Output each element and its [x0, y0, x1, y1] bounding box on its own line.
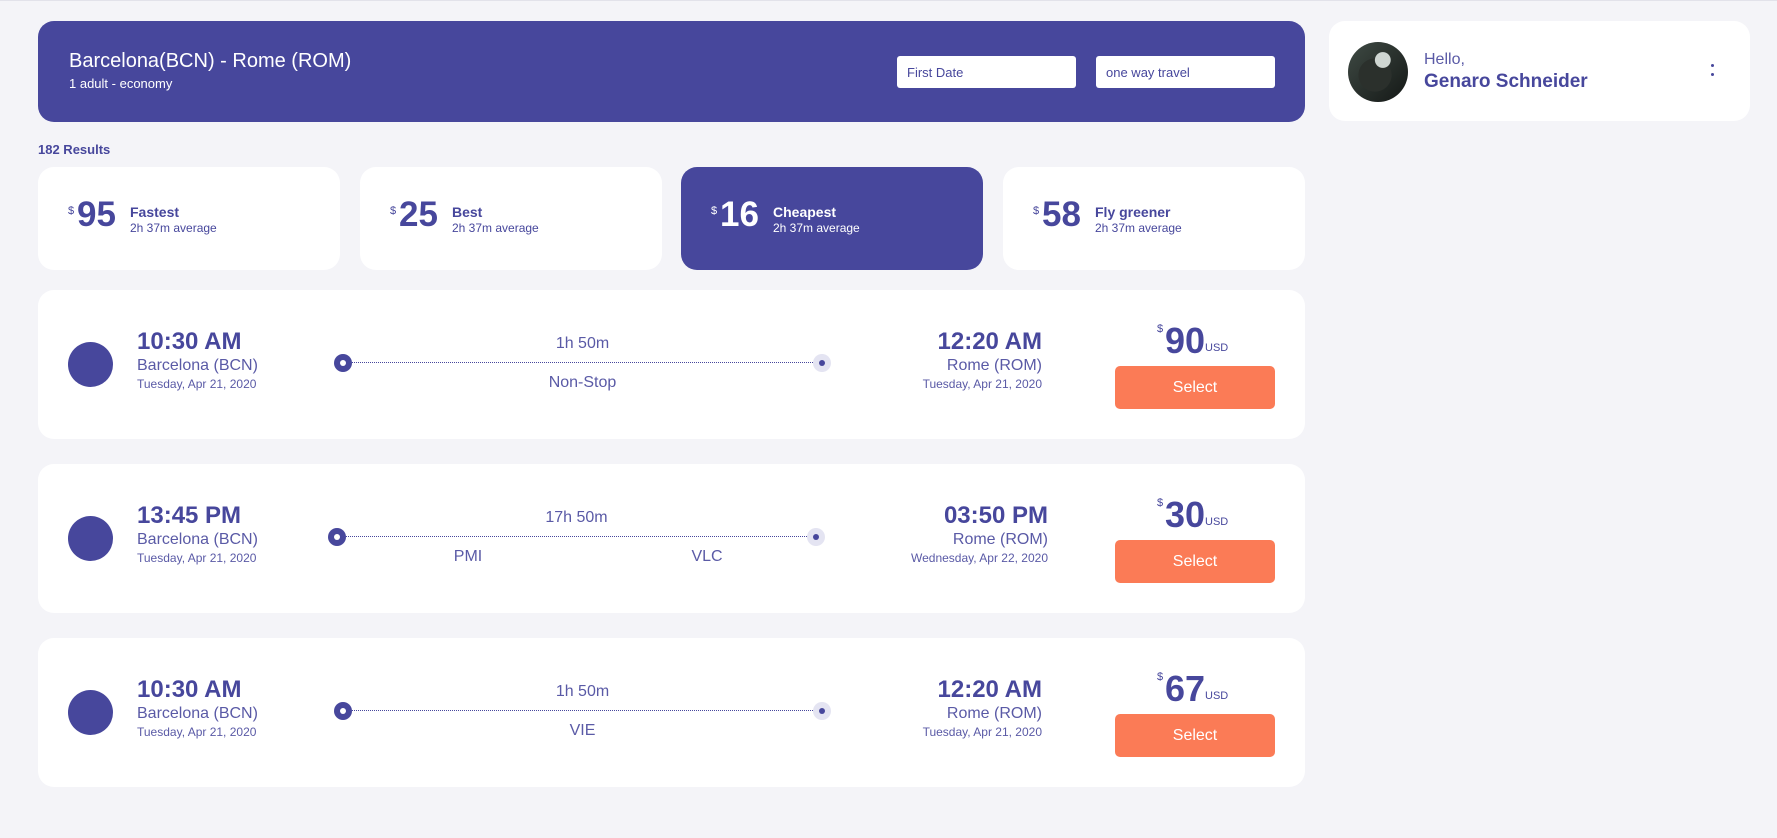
- arrival-time: 12:20 AM: [937, 328, 1042, 355]
- currency-symbol: $: [1033, 205, 1040, 217]
- sort-price: 16: [720, 195, 759, 234]
- departure-info: 13:45 PM Barcelona (BCN) Tuesday, Apr 21…: [137, 502, 258, 566]
- currency-symbol: $: [1157, 323, 1164, 335]
- route-line: [342, 362, 823, 363]
- flight-card: 10:30 AM Barcelona (BCN) Tuesday, Apr 21…: [38, 638, 1305, 787]
- sort-average: 2h 37m average: [773, 221, 860, 235]
- departure-time: 10:30 AM: [137, 676, 242, 703]
- flight-duration: 1h 50m: [555, 683, 610, 700]
- departure-city: Barcelona (BCN): [137, 531, 258, 549]
- arrival-info: 03:50 PM Rome (ROM) Wednesday, Apr 22, 2…: [911, 502, 1048, 566]
- currency-symbol: $: [390, 205, 397, 217]
- price-unit: USD: [1205, 342, 1229, 354]
- departure-info: 10:30 AM Barcelona (BCN) Tuesday, Apr 21…: [137, 328, 258, 392]
- flight-duration: 1h 50m: [555, 335, 610, 352]
- flight-card: 13:45 PM Barcelona (BCN) Tuesday, Apr 21…: [38, 464, 1305, 613]
- price-unit: USD: [1205, 516, 1229, 528]
- currency-symbol: $: [711, 205, 718, 217]
- arrival-time: 12:20 AM: [937, 676, 1042, 703]
- route-timeline: [334, 353, 831, 373]
- route-timeline: [328, 527, 825, 547]
- price-amount: 30: [1165, 494, 1206, 535]
- sort-price: 58: [1042, 195, 1081, 234]
- greeting-text: Hello,: [1424, 51, 1465, 68]
- sort-option-best[interactable]: $ 25 Best 2h 37m average: [360, 167, 662, 270]
- departure-time: 13:45 PM: [137, 502, 242, 529]
- departure-info: 10:30 AM Barcelona (BCN) Tuesday, Apr 21…: [137, 676, 258, 740]
- user-name: Genaro Schneider: [1424, 71, 1588, 92]
- price-unit: USD: [1205, 690, 1229, 702]
- select-flight-button[interactable]: Select: [1115, 714, 1275, 757]
- sort-label: Fly greener: [1095, 204, 1171, 220]
- select-flight-button[interactable]: Select: [1115, 366, 1275, 409]
- sort-average: 2h 37m average: [130, 221, 217, 235]
- arrival-city: Rome (ROM): [946, 705, 1042, 723]
- departure-date: Tuesday, Apr 21, 2020: [137, 725, 257, 740]
- destination-dot-icon: [807, 528, 825, 546]
- currency-symbol: $: [1157, 497, 1164, 509]
- sort-label: Fastest: [130, 204, 180, 220]
- user-card: Hello, Genaro Schneider: [1329, 21, 1750, 121]
- stop-label: Non-Stop: [548, 374, 617, 391]
- route-line: [342, 710, 823, 711]
- origin-dot-icon: [334, 702, 352, 720]
- top-divider: [0, 0, 1777, 1]
- departure-date: Tuesday, Apr 21, 2020: [137, 551, 257, 566]
- destination-dot-icon: [813, 354, 831, 372]
- airline-logo-icon: [68, 342, 113, 387]
- price-amount: 67: [1165, 668, 1206, 709]
- flight-card: 10:30 AM Barcelona (BCN) Tuesday, Apr 21…: [38, 290, 1305, 439]
- stop-label: PMI: [453, 548, 483, 565]
- more-options-icon[interactable]: [1707, 61, 1717, 83]
- route-timeline: [334, 701, 831, 721]
- arrival-date: Tuesday, Apr 21, 2020: [922, 725, 1042, 740]
- sort-label: Cheapest: [773, 204, 837, 220]
- destination-dot-icon: [813, 702, 831, 720]
- origin-dot-icon: [334, 354, 352, 372]
- sort-average: 2h 37m average: [1095, 221, 1182, 235]
- airline-logo-icon: [68, 516, 113, 561]
- first-date-input[interactable]: [897, 56, 1076, 88]
- price-amount: 90: [1165, 320, 1206, 361]
- select-flight-button[interactable]: Select: [1115, 540, 1275, 583]
- sort-option-fastest[interactable]: $ 95 Fastest 2h 37m average: [38, 167, 340, 270]
- arrival-time: 03:50 PM: [943, 502, 1048, 529]
- departure-city: Barcelona (BCN): [137, 357, 258, 375]
- sort-option-fly-greener[interactable]: $ 58 Fly greener 2h 37m average: [1003, 167, 1305, 270]
- airline-logo-icon: [68, 690, 113, 735]
- currency-symbol: $: [68, 205, 75, 217]
- arrival-city: Rome (ROM): [946, 357, 1042, 375]
- sort-label: Best: [452, 204, 483, 220]
- stop-label: VIE: [569, 722, 596, 739]
- arrival-date: Wednesday, Apr 22, 2020: [911, 551, 1048, 566]
- departure-date: Tuesday, Apr 21, 2020: [137, 377, 257, 392]
- arrival-info: 12:20 AM Rome (ROM) Tuesday, Apr 21, 202…: [922, 328, 1042, 392]
- departure-time: 10:30 AM: [137, 328, 242, 355]
- sort-price: 95: [77, 195, 116, 234]
- sort-average: 2h 37m average: [452, 221, 539, 235]
- flight-duration: 17h 50m: [545, 509, 608, 526]
- search-banner: Barcelona(BCN) - Rome (ROM) 1 adult - ec…: [38, 21, 1305, 122]
- currency-symbol: $: [1157, 671, 1164, 683]
- route-line: [336, 536, 817, 537]
- arrival-info: 12:20 AM Rome (ROM) Tuesday, Apr 21, 202…: [922, 676, 1042, 740]
- avatar[interactable]: [1348, 42, 1408, 102]
- departure-city: Barcelona (BCN): [137, 705, 258, 723]
- trip-type-input[interactable]: [1096, 56, 1275, 88]
- results-count: 182 Results: [38, 142, 111, 157]
- arrival-city: Rome (ROM): [952, 531, 1048, 549]
- stop-label: VLC: [691, 548, 723, 565]
- passenger-summary: 1 adult - economy: [69, 76, 173, 91]
- origin-dot-icon: [328, 528, 346, 546]
- arrival-date: Tuesday, Apr 21, 2020: [922, 377, 1042, 392]
- sort-option-cheapest[interactable]: $ 16 Cheapest 2h 37m average: [681, 167, 983, 270]
- sort-price: 25: [399, 195, 438, 234]
- route-title: Barcelona(BCN) - Rome (ROM): [69, 50, 352, 72]
